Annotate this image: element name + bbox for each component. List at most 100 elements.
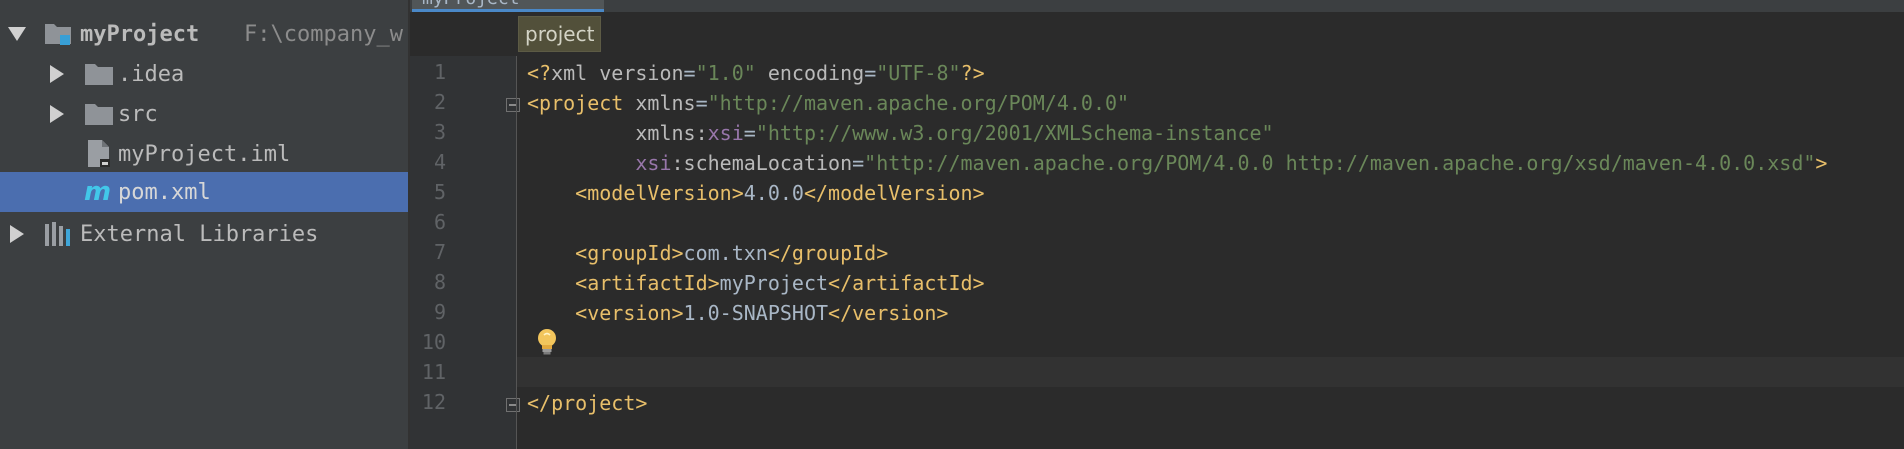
svg-text:m: m (84, 178, 111, 204)
code-token: 1.0-SNAPSHOT (683, 301, 829, 325)
tree-item-label: src (118, 101, 158, 127)
iml-file-icon (86, 139, 112, 175)
code-line-4: xsi:schemaLocation="http://maven.apache.… (527, 148, 1827, 178)
code-token: 4.0.0 (743, 181, 804, 205)
code-token: <artifactId> (575, 271, 720, 295)
project-tree: myProject F:\company_w .idea src myProje… (0, 0, 408, 449)
tree-item-idea[interactable]: .idea (0, 54, 408, 94)
code-token: </groupId> (767, 241, 889, 265)
code-line-9: <version>1.0-SNAPSHOT</version> (527, 298, 948, 328)
folder-icon (84, 102, 114, 132)
breadcrumb-bar: project (410, 12, 1904, 56)
tree-item-external-libraries[interactable]: External Libraries (0, 214, 408, 254)
tab-label: myProject (422, 0, 520, 9)
code-token: <project (527, 91, 624, 115)
code-line-2: <project xmlns="http://maven.apache.org/… (527, 88, 1129, 118)
code-token: xmlns (635, 121, 696, 145)
expand-arrow-icon[interactable] (50, 105, 64, 123)
code-token: xsi (707, 121, 744, 145)
editor-tab-active[interactable]: myProject (412, 0, 604, 12)
code-token: "http://maven.apache.org/POM/4.0.0 http:… (864, 151, 1816, 175)
gutter-divider (516, 56, 517, 449)
code-token: <? (527, 61, 552, 85)
code-token: xmlns (623, 91, 696, 115)
code-line-5: <modelVersion>4.0.0</modelVersion> (527, 178, 985, 208)
tree-item-label: myProject.iml (118, 141, 291, 167)
code-token: <version> (575, 301, 684, 325)
folder-icon (84, 62, 114, 92)
code-token: xsi (635, 151, 672, 175)
code-token: com.txn (683, 241, 768, 265)
code-line-7: <groupId>com.txn</groupId> (527, 238, 888, 268)
line-number: 5 (433, 180, 446, 204)
code-token: ?> (960, 61, 985, 85)
code-token: myProject (719, 271, 829, 295)
code-token: = (683, 61, 696, 85)
code-token: "UTF-8" (876, 61, 961, 85)
code-token: "1.0" (695, 61, 756, 85)
line-number: 4 (433, 150, 446, 174)
line-number: 2 (433, 90, 446, 114)
tree-toolbar (0, 0, 408, 6)
line-number: 9 (433, 300, 446, 324)
tree-item-myproject[interactable]: myProject F:\company_w (0, 14, 408, 54)
tree-item-src[interactable]: src (0, 94, 408, 134)
expand-arrow-icon[interactable] (8, 27, 26, 41)
editor-tab-strip: myProject (410, 0, 1904, 12)
fold-icon[interactable] (506, 398, 520, 412)
code-token: <modelVersion> (575, 181, 744, 205)
code-token: = (864, 61, 877, 85)
code-line-8: <artifactId>myProject</artifactId> (527, 268, 985, 298)
code-token: "http://maven.apache.org/POM/4.0.0" (707, 91, 1130, 115)
code-token: "http://www.w3.org/2001/XMLSchema-instan… (755, 121, 1274, 145)
code-line-1: <?xml version="1.0" encoding="UTF-8"?> (527, 58, 985, 88)
code-line-3: xmlns:xsi="http://www.w3.org/2001/XMLSch… (527, 118, 1274, 148)
code-token: encoding (755, 61, 865, 85)
code-line-12: </project> (527, 388, 647, 418)
line-number: 6 (433, 210, 446, 234)
code-token: </version> (828, 301, 949, 325)
code-token: </project> (527, 391, 648, 415)
code-token: = (852, 151, 865, 175)
line-number: 12 (421, 390, 446, 414)
current-line-highlight (517, 357, 1904, 387)
line-gutter: 1 2 3 4 5 6 7 8 9 10 11 12 (410, 56, 520, 449)
line-number: 11 (421, 360, 446, 384)
code-token: : (695, 121, 708, 145)
fold-icon[interactable] (506, 98, 520, 112)
line-number: 1 (433, 60, 446, 84)
code-token: <groupId> (575, 241, 684, 265)
tree-item-iml[interactable]: myProject.iml (0, 134, 408, 174)
line-number: 7 (433, 240, 446, 264)
code-token: > (1815, 151, 1828, 175)
code-token: </modelVersion> (803, 181, 985, 205)
code-token: = (743, 121, 756, 145)
maven-file-icon: m (84, 177, 114, 210)
code-editor[interactable]: myProject project 1 2 3 4 5 6 7 8 9 10 1… (410, 0, 1904, 449)
code-token: :schemaLocation (671, 151, 853, 175)
expand-arrow-icon[interactable] (50, 65, 64, 83)
line-number: 8 (433, 270, 446, 294)
tree-item-label: External Libraries (80, 221, 319, 247)
line-number: 10 (421, 330, 446, 354)
tree-item-label: pom.xml (118, 179, 211, 205)
libraries-icon (44, 220, 74, 254)
module-folder-icon (44, 20, 74, 54)
breadcrumb[interactable]: project (518, 16, 602, 52)
line-number: 3 (433, 120, 446, 144)
lightbulb-icon[interactable] (534, 327, 560, 357)
code-token: = (695, 91, 708, 115)
tree-item-label: myProject (80, 21, 200, 47)
expand-arrow-icon[interactable] (10, 225, 24, 243)
code-token: </artifactId> (828, 271, 985, 295)
tree-item-pom[interactable]: m pom.xml (0, 172, 408, 212)
tree-item-label: .idea (118, 61, 185, 87)
project-path: F:\company_w (244, 21, 403, 47)
code-token: xml version (551, 61, 684, 85)
